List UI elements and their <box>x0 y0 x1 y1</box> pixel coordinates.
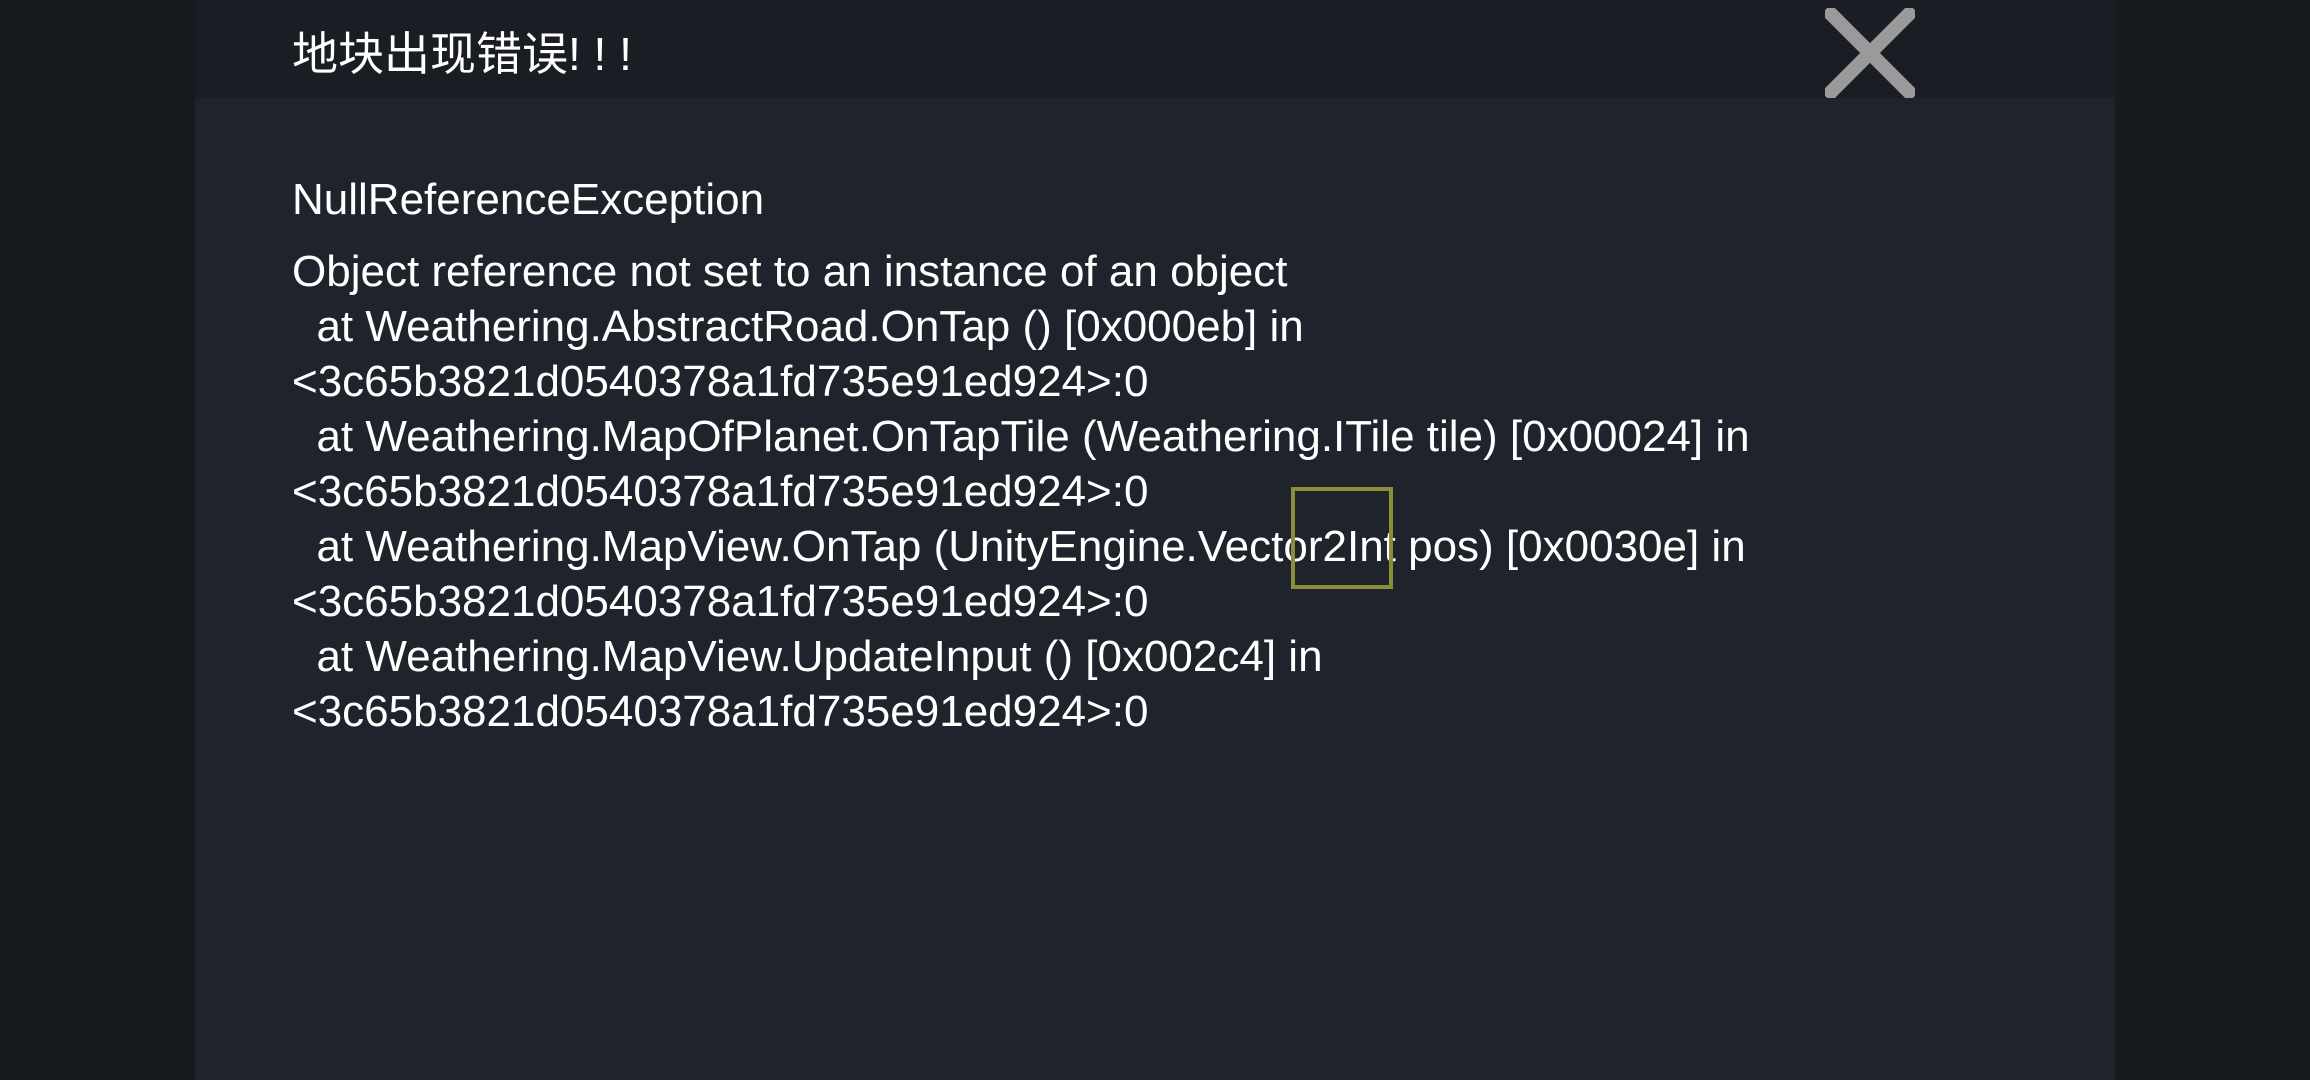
error-dialog: 地块出现错误! ! ! NullReferenceException Objec… <box>195 0 2115 1080</box>
tile-selection-cursor <box>1291 487 1393 589</box>
trace-line: <3c65b3821d0540378a1fd735e91ed924>:0 <box>292 357 1149 406</box>
trace-line: at Weathering.MapView.OnTap (UnityEngine… <box>292 522 1746 571</box>
close-button[interactable] <box>1825 8 1915 98</box>
error-message: NullReferenceException Object reference … <box>292 170 2092 739</box>
trace-line: Object reference not set to an instance … <box>292 247 1288 296</box>
dialog-title: 地块出现错误! ! ! <box>292 28 632 80</box>
trace-line: at Weathering.MapView.UpdateInput () [0x… <box>292 632 1323 681</box>
stack-trace: Object reference not set to an instance … <box>292 244 2092 739</box>
game-screen: 地块出现错误! ! ! NullReferenceException Objec… <box>0 0 2310 1080</box>
trace-line: at Weathering.AbstractRoad.OnTap () [0x0… <box>292 302 1304 351</box>
trace-line: <3c65b3821d0540378a1fd735e91ed924>:0 <box>292 687 1149 736</box>
trace-line: <3c65b3821d0540378a1fd735e91ed924>:0 <box>292 467 1149 516</box>
trace-line: <3c65b3821d0540378a1fd735e91ed924>:0 <box>292 577 1149 626</box>
close-x-icon <box>1825 8 1915 98</box>
trace-line: at Weathering.MapOfPlanet.OnTapTile (Wea… <box>292 412 1750 461</box>
exception-type: NullReferenceException <box>292 175 765 224</box>
dialog-header: 地块出现错误! ! ! <box>195 0 2115 98</box>
